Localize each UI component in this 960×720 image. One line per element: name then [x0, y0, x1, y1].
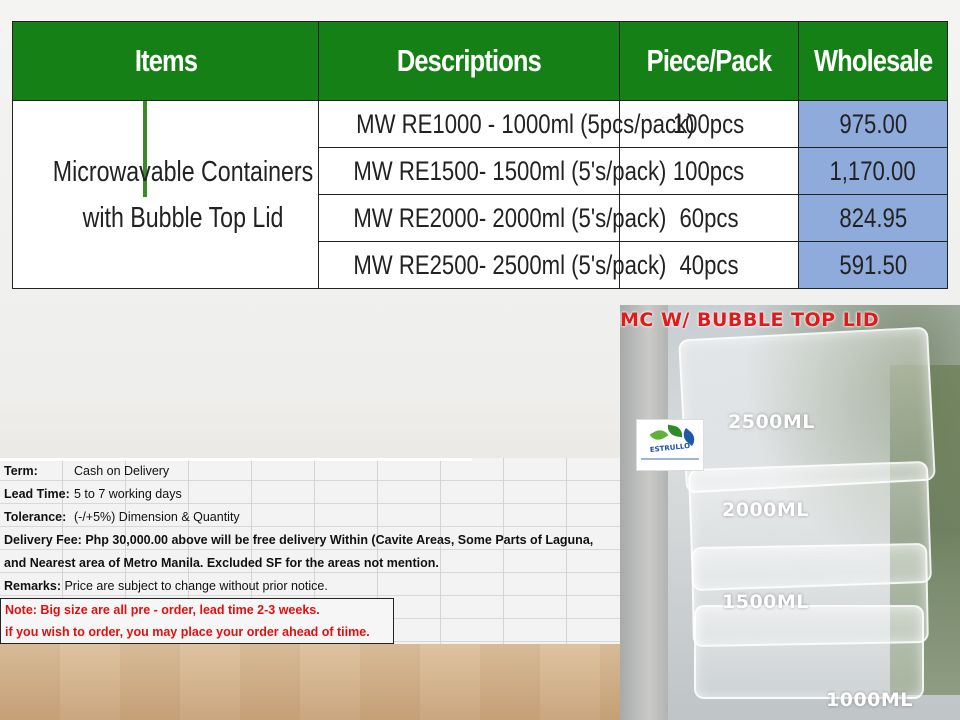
logo-text: ESTRULLO — [649, 441, 691, 455]
header-items: Items — [12, 21, 319, 101]
estrullo-logo: ESTRULLO — [636, 419, 704, 471]
delivery-fee-row-2: and Nearest area of Metro Manila. Exclud… — [4, 556, 439, 570]
description-cell: MW RE1500- 1500ml (5's/pack) — [318, 147, 666, 195]
tolerance-value: (-/+5%) Dimension & Quantity — [74, 510, 240, 524]
caption-2500ml: 2500ML — [728, 411, 815, 433]
note-line-1: Note: Big size are all pre - order, lead… — [5, 603, 320, 617]
lead-time-value: 5 to 7 working days — [74, 487, 182, 501]
wholesale-cell: 591.50 — [798, 241, 948, 289]
term-row: Term: Cash on Delivery — [4, 464, 169, 478]
sheet-top-bar — [0, 458, 472, 461]
delivery-fee-row: Delivery Fee: Php 30,000.00 above will b… — [4, 533, 593, 547]
remarks-row: Remarks: Price are subject to change wit… — [4, 579, 328, 593]
tolerance-row: Tolerance: (-/+5%) Dimension & Quantity — [4, 510, 240, 524]
door-frame — [620, 305, 668, 720]
lead-time-row: Lead Time: 5 to 7 working days — [4, 487, 182, 501]
table-row: Microwavable Containers with Bubble Top … — [12, 100, 948, 289]
item-name-cell: Microwavable Containers with Bubble Top … — [12, 100, 319, 289]
remarks-value: Price are subject to change without prio… — [64, 579, 328, 593]
product-photo: MC W/ BUBBLE TOP LID ESTRULLO 2500ML 200… — [620, 305, 960, 720]
terms-sheet: Term: Cash on Delivery Lead Time: 5 to 7 w… — [0, 458, 620, 644]
remarks-label: Remarks: — [4, 579, 61, 593]
note-line-2: if you wish to order, you may place your… — [5, 625, 370, 639]
term-label: Term: — [4, 464, 38, 478]
price-table-header-row: Items Descriptions Piece/Pack Wholesale — [12, 21, 948, 101]
price-table: Items Descriptions Piece/Pack Wholesale … — [12, 21, 948, 289]
wholesale-cell: 975.00 — [798, 100, 948, 148]
tolerance-label: Tolerance: — [4, 510, 67, 524]
delivery-fee-text: Php 30,000.00 above will be free deliver… — [85, 533, 594, 547]
delivery-fee-text-2: and Nearest area of Metro Manila. Exclud… — [4, 556, 439, 570]
description-cell: MW RE1000 - 1000ml (5pcs/pack) — [318, 100, 695, 148]
header-piece-pack: Piece/Pack — [619, 21, 799, 101]
header-wholesale: Wholesale — [798, 21, 948, 101]
wholesale-cell: 1,170.00 — [798, 147, 948, 195]
delivery-fee-label: Delivery Fee: — [4, 533, 82, 547]
wholesale-cell: 824.95 — [798, 194, 948, 242]
caption-1000ml: 1000ML — [826, 689, 913, 711]
pre-order-note-box: Note: Big size are all pre - order, lead… — [0, 598, 394, 644]
caption-1500ml: 1500ML — [722, 591, 809, 613]
lead-time-label: Lead Time: — [4, 487, 70, 501]
caption-2000ml: 2000ML — [722, 499, 809, 521]
description-cell: MW RE2000- 2000ml (5's/pack) — [318, 194, 666, 242]
header-descriptions: Descriptions — [318, 21, 620, 101]
term-value: Cash on Delivery — [74, 464, 170, 478]
photo-banner: MC W/ BUBBLE TOP LID — [620, 309, 880, 331]
description-cell: MW RE2500- 2500ml (5's/pack) — [318, 241, 666, 289]
container-1000ml — [694, 605, 924, 699]
